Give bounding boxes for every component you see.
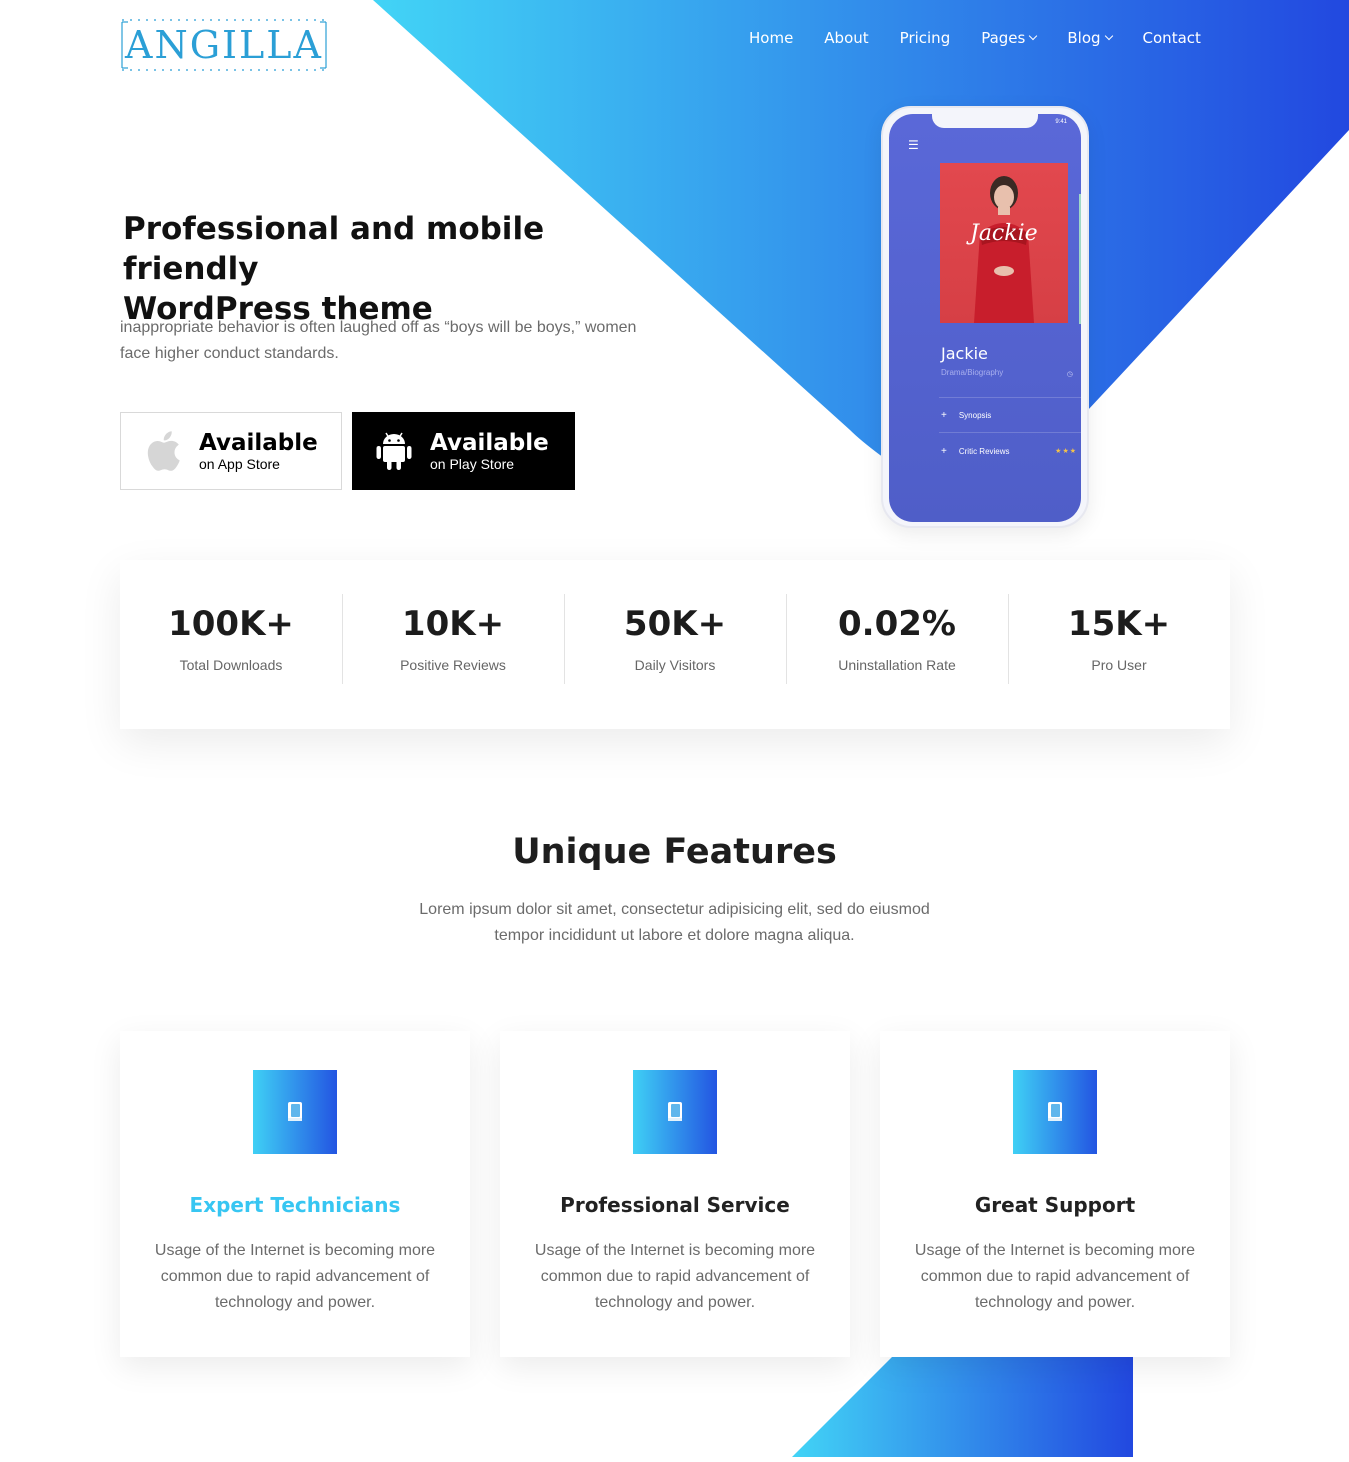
plus-icon: + (941, 446, 947, 457)
feature-text-line2: common due to rapid advancement of (920, 1268, 1190, 1285)
stat-uninstallation-rate: 0.02% Uninstallation Rate (786, 560, 1008, 729)
nav-about[interactable]: About (824, 27, 868, 49)
phone-divider (939, 432, 1081, 433)
decorative-gradient-shape (792, 1357, 1133, 1457)
phone-row-synopsis-label: Synopsis (958, 411, 992, 420)
feature-text-line1: Usage of the Internet is becoming more (534, 1242, 816, 1259)
stat-label: Total Downloads (179, 657, 283, 673)
hamburger-icon: ☰ (908, 138, 919, 152)
app-store-main-label: Available (199, 430, 318, 456)
feature-text-line2: common due to rapid advancement of (160, 1268, 430, 1285)
stat-value: 100K+ (168, 604, 294, 644)
hero-description-line2: face higher conduct standards. (120, 345, 339, 362)
features-description: Lorem ipsum dolor sit amet, consectetur … (400, 897, 949, 949)
stat-value: 15K+ (1067, 604, 1171, 644)
site-logo[interactable]: ANGILLA (120, 18, 328, 72)
feature-text-line3: technology and power. (594, 1294, 756, 1311)
feature-text: Usage of the Internet is becoming more c… (910, 1238, 1200, 1316)
main-nav: Home About Pricing Pages Blog Contact (749, 27, 1201, 49)
nav-blog[interactable]: Blog (1067, 27, 1113, 49)
feature-text: Usage of the Internet is becoming more c… (530, 1238, 820, 1316)
phone-screen: 9:41 ☰ Jackie Jackie Drama/Biography ◷ +… (889, 114, 1081, 522)
stat-positive-reviews: 10K+ Positive Reviews (342, 560, 564, 729)
stat-value: 0.02% (838, 604, 956, 644)
stat-daily-visitors: 50K+ Daily Visitors (564, 560, 786, 729)
clock-icon: ◷ (1066, 371, 1073, 378)
feature-text-line2: common due to rapid advancement of (540, 1268, 810, 1285)
app-store-button[interactable]: Available on App Store (120, 412, 342, 490)
phone-row-synopsis[interactable]: + Synopsis (941, 410, 991, 421)
phone-row-critic-reviews-label: Critic Reviews (958, 447, 1010, 456)
feature-card-expert-technicians[interactable]: Expert Technicians Usage of the Internet… (120, 1031, 470, 1357)
movie-title: Jackie (941, 344, 988, 363)
book-icon (253, 1070, 337, 1154)
play-store-sub-label: on Play Store (430, 456, 515, 472)
feature-text-line1: Usage of the Internet is becoming more (154, 1242, 436, 1259)
nav-pages-label: Pages (981, 29, 1026, 47)
nav-contact[interactable]: Contact (1143, 27, 1201, 49)
nav-home-label: Home (749, 29, 794, 47)
nav-contact-label: Contact (1142, 29, 1201, 47)
stat-label: Pro User (1091, 657, 1147, 673)
feature-text: Usage of the Internet is becoming more c… (150, 1238, 440, 1316)
app-store-sub-label: on App Store (199, 456, 280, 472)
hero-title-line1: Professional and mobile friendly (123, 211, 545, 287)
book-icon (1013, 1070, 1097, 1154)
feature-title: Expert Technicians (189, 1193, 401, 1217)
play-store-text: Available on Play Store (430, 430, 549, 472)
stat-label: Positive Reviews (400, 657, 506, 673)
chevron-down-icon (1104, 31, 1113, 41)
hero-description: inappropriate behavior is often laughed … (120, 315, 660, 367)
phone-row-critic-reviews[interactable]: + Critic Reviews (941, 446, 1010, 457)
nav-pages[interactable]: Pages (981, 27, 1038, 49)
phone-side-card (1079, 194, 1081, 324)
book-icon (633, 1070, 717, 1154)
hero-title: Professional and mobile friendly WordPre… (123, 209, 663, 329)
stat-total-downloads: 100K+ Total Downloads (120, 560, 342, 729)
stat-label: Daily Visitors (634, 657, 716, 673)
android-icon (374, 429, 414, 473)
feature-card-great-support[interactable]: Great Support Usage of the Internet is b… (880, 1031, 1230, 1357)
stats-panel: 100K+ Total Downloads 10K+ Positive Revi… (120, 560, 1230, 729)
stat-pro-user: 15K+ Pro User (1008, 560, 1230, 729)
nav-about-label: About (824, 29, 869, 47)
chevron-down-icon (1029, 31, 1038, 41)
apple-icon (143, 429, 183, 473)
nav-pricing[interactable]: Pricing (900, 27, 951, 49)
feature-title: Professional Service (560, 1193, 790, 1217)
feature-text-line1: Usage of the Internet is becoming more (914, 1242, 1196, 1259)
feature-text-line3: technology and power. (214, 1294, 376, 1311)
rating-stars: ★★★ (1055, 448, 1077, 455)
feature-card-professional-service[interactable]: Professional Service Usage of the Intern… (500, 1031, 850, 1357)
feature-title: Great Support (974, 1193, 1136, 1217)
stat-value: 10K+ (401, 604, 505, 644)
phone-mockup: 9:41 ☰ Jackie Jackie Drama/Biography ◷ +… (881, 106, 1089, 528)
phone-divider (939, 397, 1081, 398)
movie-genre: Drama/Biography (941, 368, 1004, 377)
stat-label: Uninstallation Rate (838, 657, 956, 673)
logo-text: ANGILLA (125, 23, 323, 67)
app-store-text: Available on App Store (199, 430, 318, 472)
phone-notch (932, 114, 1038, 128)
features-description-line1: Lorem ipsum dolor sit amet, consectetur … (419, 901, 930, 918)
features-title: Unique Features (512, 832, 837, 872)
hero-description-line1: inappropriate behavior is often laughed … (120, 319, 637, 336)
nav-pricing-label: Pricing (899, 29, 951, 47)
play-store-main-label: Available (430, 430, 549, 456)
nav-home[interactable]: Home (749, 27, 793, 49)
stat-value: 50K+ (623, 604, 727, 644)
movie-poster-script: Jackie (970, 221, 1038, 246)
phone-time: 9:41 (1055, 119, 1067, 125)
nav-blog-label: Blog (1067, 29, 1101, 47)
plus-icon: + (941, 410, 947, 421)
features-description-line2: tempor incididunt ut labore et dolore ma… (494, 927, 855, 944)
feature-text-line3: technology and power. (974, 1294, 1136, 1311)
movie-poster: Jackie (940, 163, 1068, 323)
play-store-button[interactable]: Available on Play Store (352, 412, 575, 490)
